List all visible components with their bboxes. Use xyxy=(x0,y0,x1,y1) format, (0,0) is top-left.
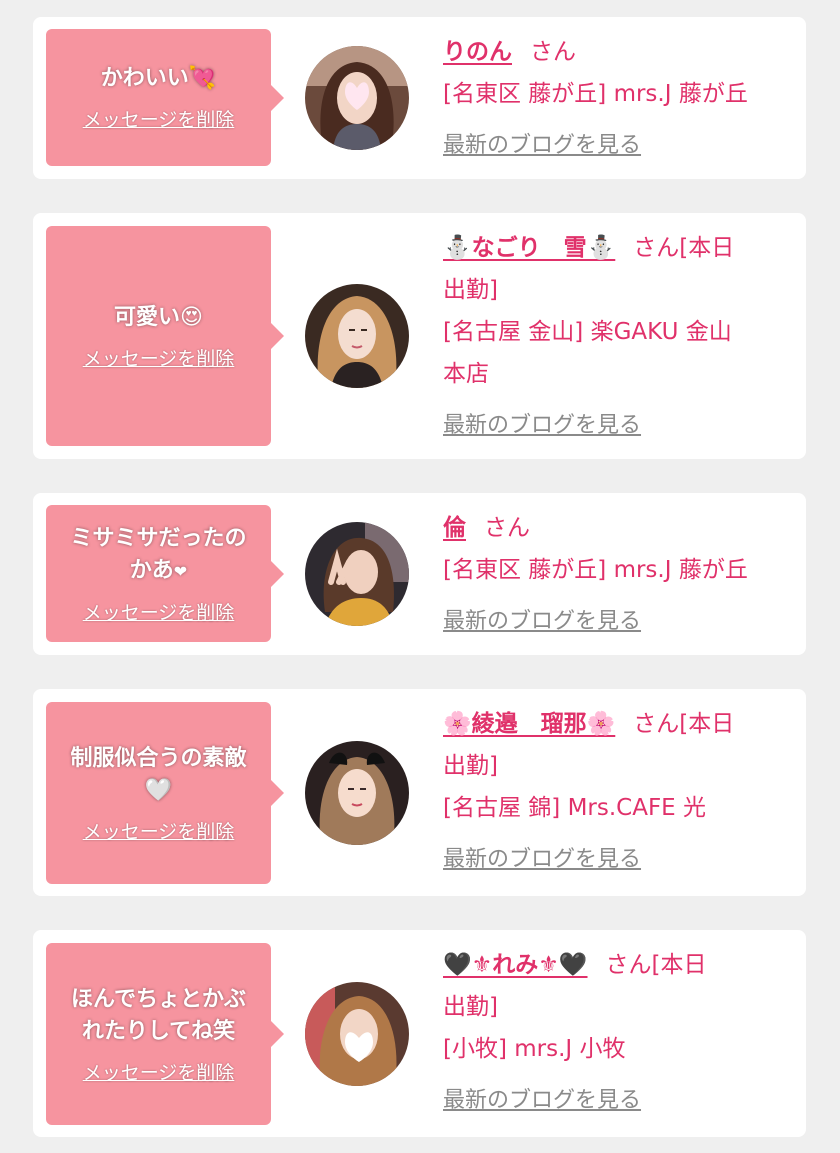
cast-name-link[interactable]: ⛄なごり 雪⛄ xyxy=(443,235,615,261)
work-status: 出勤] xyxy=(443,277,498,303)
message-bubble: かわいい💘 メッセージを削除 xyxy=(46,29,284,166)
latest-blog-link[interactable]: 最新のブログを見る xyxy=(443,601,796,643)
cast-name-link[interactable]: 倫 xyxy=(443,515,466,541)
message-card: かわいい💘 メッセージを削除 りのん さん [名東区 藤が丘] mrs.J 藤が丘… xyxy=(33,17,806,179)
message-bubble: ほんでちょとかぶ れたりしてね笑 メッセージを削除 xyxy=(46,943,284,1125)
message-text: ほんでちょとかぶ れたりしてね笑 xyxy=(71,986,246,1044)
shop-location: [名古屋 錦] Mrs.CAFE 光 xyxy=(443,795,707,821)
name-line: りのん さん xyxy=(443,31,796,73)
message-card: 可愛い😍 メッセージを削除 ⛄なごり 雪⛄ さん[本日 出勤] [名古屋 金山] … xyxy=(33,213,806,459)
avatar[interactable] xyxy=(305,741,409,845)
delete-message-link[interactable]: メッセージを削除 xyxy=(83,1058,235,1085)
honorific: さん[本日 xyxy=(633,711,735,737)
name-line: 倫さん xyxy=(443,507,796,549)
shop-location: [名東区 藤が丘] mrs.J 藤が丘 xyxy=(443,557,748,583)
work-status: 出勤] xyxy=(443,994,498,1020)
honorific: さん[本日 xyxy=(605,952,707,978)
honorific: さん xyxy=(484,515,530,541)
white-heart-icon: 🤍 xyxy=(144,777,173,803)
delete-message-link[interactable]: メッセージを削除 xyxy=(83,105,235,132)
latest-blog-link[interactable]: 最新のブログを見る xyxy=(443,839,796,881)
message-bubble: 制服似合うの素敵 🤍 メッセージを削除 xyxy=(46,702,284,884)
message-text: かわいい💘 xyxy=(100,66,217,91)
heart-arrow-icon: 💘 xyxy=(188,66,217,91)
delete-message-link[interactable]: メッセージを削除 xyxy=(83,344,235,371)
message-bubble: 可愛い😍 メッセージを削除 xyxy=(46,226,284,446)
avatar[interactable] xyxy=(305,522,409,626)
message-card: 制服似合うの素敵 🤍 メッセージを削除 🌸綾邉 瑠那🌸 さん[本日 出勤] [名古屋… xyxy=(33,689,806,896)
message-text: 制服似合うの素敵 🤍 xyxy=(70,745,247,803)
cast-info: 倫さん [名東区 藤が丘] mrs.J 藤が丘 最新のブログを見る xyxy=(443,507,796,643)
avatar[interactable] xyxy=(305,284,409,388)
message-text: 可愛い😍 xyxy=(114,304,203,330)
work-status: 出勤] xyxy=(443,753,498,779)
message-card: ほんでちょとかぶ れたりしてね笑 メッセージを削除 🖤⚜れみ⚜🖤 さん[本日 出勤]… xyxy=(33,930,806,1137)
avatar[interactable] xyxy=(305,982,409,1086)
cast-info: 🌸綾邉 瑠那🌸 さん[本日 出勤] [名古屋 錦] Mrs.CAFE 光 最新のブ… xyxy=(443,703,796,881)
message-card: ミサミサだったの かあ❤ メッセージを削除 倫さん [名東区 藤が丘] mrs.J… xyxy=(33,493,806,655)
cast-name-link[interactable]: りのん xyxy=(443,39,512,65)
heart-icon: ❤ xyxy=(173,561,188,581)
shop-location: [小牧] mrs.J 小牧 xyxy=(443,1036,626,1062)
cast-info: 🖤⚜れみ⚜🖤 さん[本日 出勤] [小牧] mrs.J 小牧 最新のブログを見る xyxy=(443,944,796,1122)
heart-eyes-icon: 😍 xyxy=(180,304,203,330)
cast-info: りのん さん [名東区 藤が丘] mrs.J 藤が丘 最新のブログを見る xyxy=(443,31,796,167)
delete-message-link[interactable]: メッセージを削除 xyxy=(83,817,235,844)
cast-name-link[interactable]: 🌸綾邉 瑠那🌸 xyxy=(443,711,615,737)
name-line: ⛄なごり 雪⛄ さん[本日 xyxy=(443,227,796,269)
delete-message-link[interactable]: メッセージを削除 xyxy=(83,598,235,625)
shop-location: [名古屋 金山] 楽GAKU 金山 xyxy=(443,319,732,345)
name-line: 🌸綾邉 瑠那🌸 さん[本日 xyxy=(443,703,796,745)
shop-location-cont: 本店 xyxy=(443,361,489,387)
latest-blog-link[interactable]: 最新のブログを見る xyxy=(443,125,796,167)
message-bubble: ミサミサだったの かあ❤ メッセージを削除 xyxy=(46,505,284,642)
honorific: さん xyxy=(530,39,576,65)
honorific: さん[本日 xyxy=(633,235,735,261)
cast-info: ⛄なごり 雪⛄ さん[本日 出勤] [名古屋 金山] 楽GAKU 金山 本店 最新… xyxy=(443,227,796,447)
avatar[interactable] xyxy=(305,46,409,150)
message-text: ミサミサだったの かあ❤ xyxy=(70,525,247,583)
cast-name-link[interactable]: 🖤⚜れみ⚜🖤 xyxy=(443,952,588,978)
latest-blog-link[interactable]: 最新のブログを見る xyxy=(443,405,796,447)
shop-location: [名東区 藤が丘] mrs.J 藤が丘 xyxy=(443,81,748,107)
latest-blog-link[interactable]: 最新のブログを見る xyxy=(443,1080,796,1122)
name-line: 🖤⚜れみ⚜🖤 さん[本日 xyxy=(443,944,796,986)
